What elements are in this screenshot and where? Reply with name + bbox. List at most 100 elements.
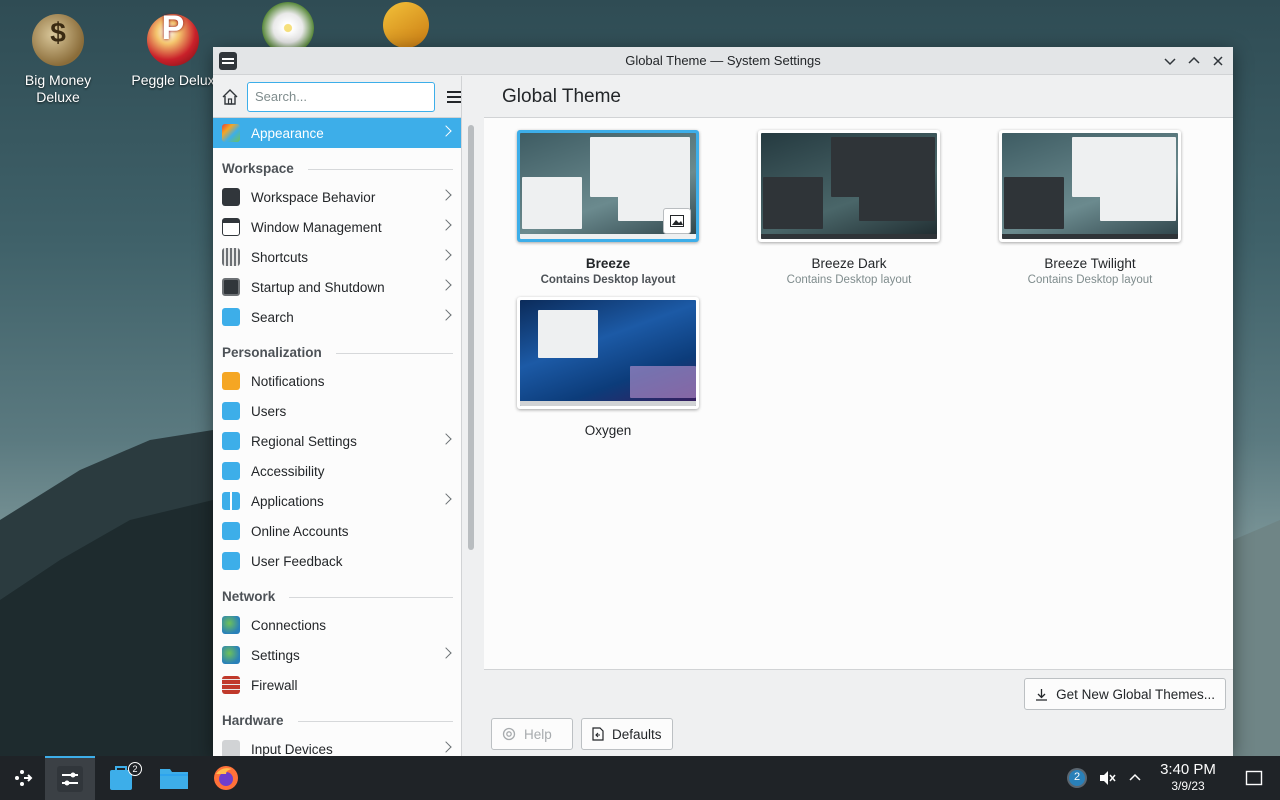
sidebar-item-label: Settings	[251, 647, 300, 663]
maximize-button[interactable]	[1185, 52, 1203, 70]
sidebar-item-user-feedback[interactable]: User Feedback	[213, 546, 461, 576]
theme-name: Breeze Twilight	[1044, 256, 1136, 271]
sidebar-item-online-accounts[interactable]: Online Accounts	[213, 516, 461, 546]
clock-time: 3:40 PM	[1160, 761, 1216, 778]
image-preview-icon	[670, 215, 684, 227]
application-launcher-button[interactable]	[0, 756, 44, 800]
window-title: Global Theme — System Settings	[625, 53, 821, 68]
desktop-icon-gold-game[interactable]	[358, 0, 454, 54]
theme-card-breeze-dark[interactable]: Breeze Dark Contains Desktop layout	[758, 130, 940, 286]
sidebar-item-shortcuts[interactable]: Shortcuts	[213, 242, 461, 272]
system-settings-app-icon[interactable]	[219, 51, 237, 70]
taskbar-system-settings[interactable]	[45, 756, 95, 800]
sidebar-item-workspace-behavior[interactable]: Workspace Behavior	[213, 182, 461, 212]
close-button[interactable]	[1209, 52, 1227, 70]
theme-name: Breeze Dark	[811, 256, 887, 271]
search-input[interactable]	[247, 81, 435, 112]
sidebar-item-appearance[interactable]: Appearance	[213, 118, 461, 148]
help-lifebuoy-icon	[502, 727, 516, 741]
sidebar-item-notifications[interactable]: Notifications	[213, 366, 461, 396]
tray-expand-button[interactable]	[1124, 756, 1146, 800]
help-button[interactable]: Help	[491, 718, 573, 750]
defaults-button[interactable]: Defaults	[581, 718, 673, 750]
desktop-icon-peggle[interactable]: Peggle Delux	[125, 6, 221, 89]
hamburger-menu-button[interactable]	[447, 85, 461, 109]
theme-thumbnail	[999, 130, 1181, 242]
page-title: Global Theme	[484, 76, 1233, 118]
get-new-global-themes-button[interactable]: Get New Global Themes...	[1024, 678, 1226, 710]
sidebar-item-label: User Feedback	[251, 553, 343, 569]
sidebar-item-startup-shutdown[interactable]: Startup and Shutdown	[213, 272, 461, 302]
chevron-right-icon	[440, 219, 452, 231]
chevron-right-icon	[440, 249, 452, 261]
sidebar-item-label: Firewall	[251, 677, 298, 693]
sidebar-item-label: Appearance	[251, 125, 324, 141]
sidebar-item-label: Notifications	[251, 373, 325, 389]
accessibility-icon	[222, 462, 240, 480]
discover-badge: 2	[128, 762, 142, 776]
startup-shutdown-icon	[222, 278, 240, 296]
show-desktop-button[interactable]	[1240, 756, 1268, 800]
clock-date: 3/9/23	[1171, 779, 1205, 793]
home-button[interactable]	[221, 84, 239, 110]
tray-updates[interactable]: 2	[1064, 756, 1090, 800]
sidebar-item-label: Applications	[251, 493, 324, 509]
download-icon	[1036, 688, 1048, 701]
sidebar-item-label: Online Accounts	[251, 523, 349, 539]
sidebar-item-label: Regional Settings	[251, 433, 357, 449]
theme-thumbnail	[758, 130, 940, 242]
title-bar[interactable]: Global Theme — System Settings	[213, 47, 1233, 75]
theme-card-breeze-twilight[interactable]: Breeze Twilight Contains Desktop layout	[999, 130, 1181, 286]
sidebar-item-label: Workspace Behavior	[251, 189, 376, 205]
sidebar-item-label: Shortcuts	[251, 249, 309, 265]
sidebar-item-search[interactable]: Search	[213, 302, 461, 332]
document-revert-icon	[592, 727, 604, 741]
sidebar-item-regional-settings[interactable]: Regional Settings	[213, 426, 461, 456]
tray-volume[interactable]	[1094, 756, 1120, 800]
search-icon	[222, 308, 240, 326]
chevron-right-icon	[440, 125, 452, 137]
digital-clock[interactable]: 3:40 PM 3/9/23	[1150, 761, 1226, 794]
taskbar-dolphin[interactable]	[150, 756, 198, 800]
taskbar-discover[interactable]: 2	[98, 756, 146, 800]
desktop-icon-big-money[interactable]: Big MoneyDeluxe	[10, 6, 106, 106]
desktop-icon-label: Peggle Delux	[131, 72, 215, 88]
sidebar-item-label: Accessibility	[251, 463, 325, 479]
users-icon	[222, 402, 240, 420]
sidebar-item-users[interactable]: Users	[213, 396, 461, 426]
chevron-down-icon	[1164, 57, 1176, 65]
mouse-icon	[222, 740, 240, 756]
sidebar-item-label: Startup and Shutdown	[251, 279, 385, 295]
window-management-icon	[222, 218, 240, 236]
sidebar-item-label: Search	[251, 309, 294, 325]
section-title-network: Network	[213, 576, 461, 610]
preview-button[interactable]	[663, 208, 691, 234]
theme-card-breeze[interactable]: Breeze Contains Desktop layout	[517, 130, 699, 286]
globe-icon	[222, 616, 240, 634]
sidebar-item-accessibility[interactable]: Accessibility	[213, 456, 461, 486]
chevron-right-icon	[440, 741, 452, 753]
minimize-button[interactable]	[1161, 52, 1179, 70]
chevron-right-icon	[440, 309, 452, 321]
chevron-right-icon	[440, 279, 452, 291]
sidebar-item-window-management[interactable]: Window Management	[213, 212, 461, 242]
system-settings-window: Global Theme — System Settings Search...…	[213, 47, 1233, 756]
feedback-icon	[222, 552, 240, 570]
chevron-up-icon	[1129, 773, 1141, 781]
sidebar-item-applications[interactable]: Applications	[213, 486, 461, 516]
volume-muted-icon	[1100, 771, 1116, 785]
appearance-icon	[222, 124, 240, 142]
sidebar-item-firewall[interactable]: Firewall	[213, 670, 461, 700]
system-settings-icon	[57, 766, 83, 792]
sidebar-scrollbar[interactable]	[468, 125, 474, 550]
sidebar-item-network-settings[interactable]: Settings	[213, 640, 461, 670]
sidebar-item-label: Connections	[251, 617, 327, 633]
chevron-right-icon	[440, 493, 452, 505]
bell-icon	[222, 372, 240, 390]
sidebar-item-connections[interactable]: Connections	[213, 610, 461, 640]
get-new-label: Get New Global Themes...	[1056, 686, 1215, 702]
sidebar-item-input-devices[interactable]: Input Devices	[213, 734, 461, 756]
theme-thumbnail	[517, 130, 699, 242]
taskbar-firefox[interactable]	[202, 756, 250, 800]
theme-card-oxygen[interactable]: Oxygen	[517, 297, 699, 438]
